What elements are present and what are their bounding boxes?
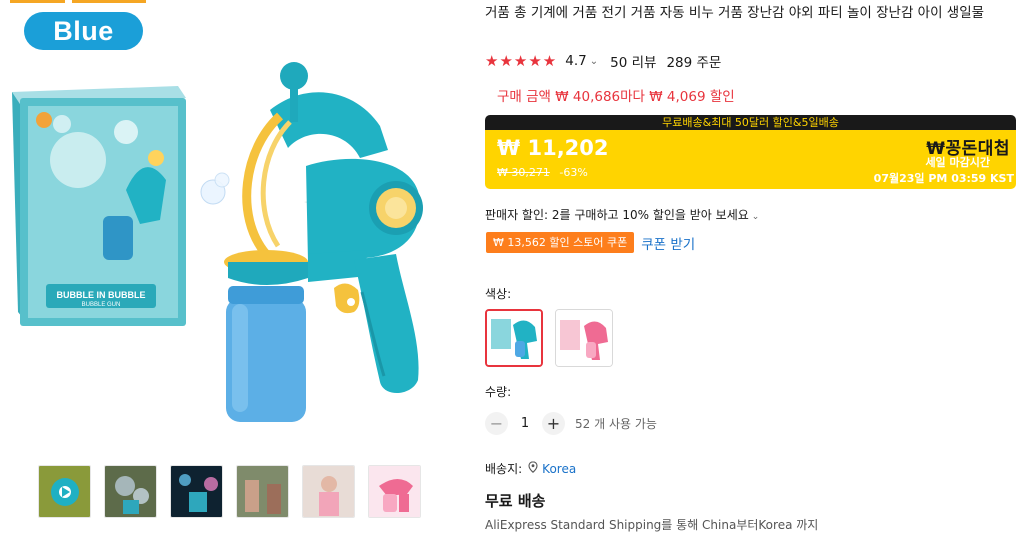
reviews-link[interactable]: 50 리뷰 — [610, 51, 656, 71]
deal-banner-body: ₩ 11,202 ₩ 30,271 -63% ₩꽁돈대첩 세일 마감시간 07월… — [485, 130, 1016, 189]
product-title: 거품 총 기계에 거품 전기 거품 자동 비누 거품 장난감 야외 파티 놀이 … — [485, 5, 985, 21]
get-coupon-link[interactable]: 쿠폰 받기 — [641, 233, 695, 253]
store-coupon-tag: ₩ 13,562 할인 스토어 쿠폰 — [486, 232, 635, 253]
color-badge: Blue — [24, 12, 143, 50]
bubble-gun — [224, 62, 423, 422]
thumbnail-2[interactable] — [104, 465, 157, 518]
discount-percent: -63% — [559, 166, 588, 179]
purchase-promo: 구매 금액 ₩ 40,686마다 ₩ 4,069 할인 — [497, 89, 735, 105]
thumbnail-4[interactable] — [236, 465, 289, 518]
original-price: ₩ 30,271 — [497, 166, 550, 179]
thumbnail-3[interactable] — [170, 465, 223, 518]
seller-discount-text: 판매자 할인: 2를 구매하고 10% 할인을 받아 보세요 — [485, 208, 749, 222]
rating-value: 4.7 — [565, 53, 587, 69]
thumbnail-strip — [38, 465, 421, 518]
original-price-row: ₩ 30,271 -63% — [497, 166, 588, 179]
chevron-down-icon[interactable]: ⌄ — [590, 56, 598, 67]
color-option-blue[interactable] — [485, 309, 543, 367]
ship-to-label: 배송지: — [485, 462, 523, 476]
sale-ends-label: 세일 마감시간 — [925, 156, 990, 169]
seller-discount[interactable]: 판매자 할인: 2를 구매하고 10% 할인을 받아 보세요 ⌄ — [485, 206, 759, 223]
thumbnail-5[interactable] — [302, 465, 355, 518]
sale-ends-time: 07월23일 PM 03:59 KST — [873, 172, 1014, 185]
deal-banner: 무료배송&최대 50달러 할인&5일배송 ₩ 11,202 ₩ 30,271 -… — [485, 115, 1016, 189]
shipping-method: AliExpress Standard Shipping를 통해 China부터… — [485, 518, 819, 532]
free-shipping-title: 무료 배송 — [485, 492, 546, 510]
main-product-image[interactable]: BUBBLE IN BUBBLE BUBBLE GUN — [8, 40, 460, 450]
location-pin-icon — [528, 461, 538, 476]
box-subtitle-text: BUBBLE GUN — [82, 302, 121, 308]
color-option-pink[interactable] — [555, 309, 613, 367]
increase-quantity-button[interactable]: + — [542, 412, 565, 435]
ship-to-row: 배송지: Korea — [485, 460, 576, 477]
thumbnail-6[interactable] — [368, 465, 421, 518]
top-tab-strip — [10, 0, 65, 3]
rating-row: ★★★★★ 4.7 ⌄ 50 리뷰 289 주문 — [485, 51, 721, 71]
orders-count: 289 주문 — [666, 55, 722, 71]
color-label: 색상: — [485, 287, 512, 301]
top-tab-strip — [72, 0, 146, 3]
quantity-stepper: − 1 + 52 개 사용 가능 — [485, 412, 657, 435]
box-title-text: BUBBLE IN BUBBLE — [57, 290, 146, 300]
quantity-label: 수량: — [485, 385, 512, 399]
quantity-value[interactable]: 1 — [508, 416, 542, 431]
decrease-quantity-button[interactable]: − — [485, 412, 508, 435]
quantity-available: 52 개 사용 가능 — [575, 417, 657, 431]
chevron-down-icon: ⌄ — [751, 212, 760, 222]
package-box: BUBBLE IN BUBBLE BUBBLE GUN — [12, 86, 186, 326]
rating-stars: ★★★★★ — [485, 52, 558, 70]
ship-to-country[interactable]: Korea — [542, 462, 576, 476]
current-price: ₩ 11,202 — [497, 136, 609, 160]
deal-banner-header: 무료배송&최대 50달러 할인&5일배송 — [485, 115, 1016, 130]
coupon-row: ₩ 13,562 할인 스토어 쿠폰 쿠폰 받기 — [486, 232, 695, 253]
thumbnail-1[interactable] — [38, 465, 91, 518]
